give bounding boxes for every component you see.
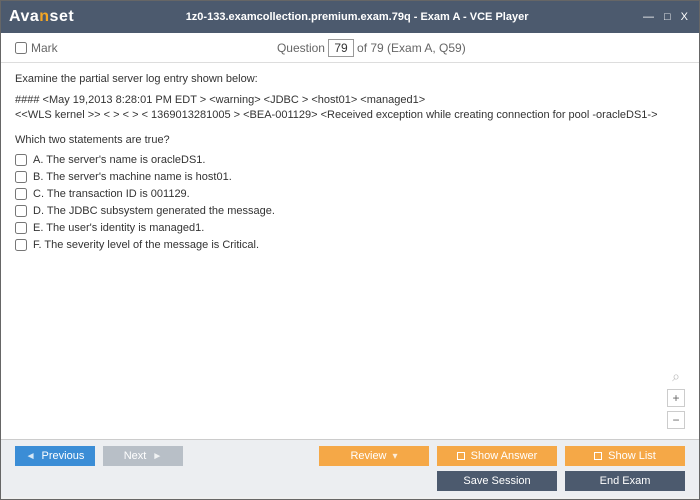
mark-label: Mark bbox=[31, 41, 58, 55]
option-b-checkbox[interactable] bbox=[15, 171, 27, 183]
option-c-label: C. The transaction ID is 001129. bbox=[33, 188, 190, 200]
footer-row-1: ◄ Previous Next ► Review ▾ Show Answer Show… bbox=[15, 446, 685, 466]
zoom-out-button[interactable]: − bbox=[667, 411, 685, 429]
dropdown-icon: ▾ bbox=[393, 451, 398, 462]
show-answer-label: Show Answer bbox=[471, 450, 538, 462]
zoom-in-button[interactable]: + bbox=[667, 389, 685, 407]
magnifier-icon[interactable]: ⌕ bbox=[672, 368, 680, 385]
close-icon[interactable]: X bbox=[678, 11, 691, 23]
option-f-checkbox[interactable] bbox=[15, 239, 27, 251]
review-label: Review bbox=[350, 450, 386, 462]
question-prompt: Which two statements are true? bbox=[15, 134, 685, 146]
question-total: of 79 (Exam A, Q59) bbox=[357, 41, 466, 55]
window-controls: — □ X bbox=[640, 11, 691, 23]
next-button[interactable]: Next ► bbox=[103, 446, 183, 466]
show-answer-button[interactable]: Show Answer bbox=[437, 446, 557, 466]
option-d-label: D. The JDBC subsystem generated the mess… bbox=[33, 205, 275, 217]
option-d-checkbox[interactable] bbox=[15, 205, 27, 217]
save-session-button[interactable]: Save Session bbox=[437, 471, 557, 491]
review-button[interactable]: Review ▾ bbox=[319, 446, 429, 466]
mark-checkbox[interactable] bbox=[15, 42, 27, 54]
option-e-label: E. The user's identity is managed1. bbox=[33, 222, 204, 234]
question-number-box: 79 bbox=[328, 39, 353, 57]
minimize-icon[interactable]: — bbox=[640, 11, 657, 23]
option-c-checkbox[interactable] bbox=[15, 188, 27, 200]
show-list-label: Show List bbox=[608, 450, 656, 462]
question-content: Examine the partial server log entry sho… bbox=[1, 63, 699, 439]
square-icon bbox=[457, 452, 465, 460]
maximize-icon[interactable]: □ bbox=[661, 11, 674, 23]
footer: ◄ Previous Next ► Review ▾ Show Answer Show… bbox=[1, 439, 699, 497]
question-counter: Question 79 of 79 (Exam A, Q59) bbox=[58, 39, 685, 57]
logo-part: Ava bbox=[9, 8, 39, 25]
zoom-controls: ⌕ + − bbox=[667, 368, 685, 429]
logo-part-orange: n bbox=[39, 8, 49, 25]
app-logo: Avanset bbox=[9, 8, 74, 26]
chevron-right-icon: ► bbox=[152, 451, 162, 462]
window-title: 1z0-133.examcollection.premium.exam.79q … bbox=[74, 11, 640, 23]
option-a[interactable]: A. The server's name is oracleDS1. bbox=[15, 154, 685, 166]
option-b[interactable]: B. The server's machine name is host01. bbox=[15, 171, 685, 183]
options-list: A. The server's name is oracleDS1. B. Th… bbox=[15, 154, 685, 251]
log-entry: #### <May 19,2013 8:28:01 PM EDT > <warn… bbox=[15, 93, 685, 124]
logo-part: set bbox=[50, 8, 75, 25]
option-f-label: F. The severity level of the message is … bbox=[33, 239, 259, 251]
option-e-checkbox[interactable] bbox=[15, 222, 27, 234]
question-intro: Examine the partial server log entry sho… bbox=[15, 73, 685, 85]
option-f[interactable]: F. The severity level of the message is … bbox=[15, 239, 685, 251]
footer-row-2: Save Session End Exam bbox=[15, 471, 685, 491]
question-header: Mark Question 79 of 79 (Exam A, Q59) bbox=[1, 33, 699, 63]
previous-label: Previous bbox=[42, 450, 85, 462]
chevron-left-icon: ◄ bbox=[26, 451, 36, 462]
previous-button[interactable]: ◄ Previous bbox=[15, 446, 95, 466]
end-exam-button[interactable]: End Exam bbox=[565, 471, 685, 491]
option-e[interactable]: E. The user's identity is managed1. bbox=[15, 222, 685, 234]
option-a-label: A. The server's name is oracleDS1. bbox=[33, 154, 205, 166]
titlebar: Avanset 1z0-133.examcollection.premium.e… bbox=[1, 1, 699, 33]
show-list-button[interactable]: Show List bbox=[565, 446, 685, 466]
option-d[interactable]: D. The JDBC subsystem generated the mess… bbox=[15, 205, 685, 217]
option-c[interactable]: C. The transaction ID is 001129. bbox=[15, 188, 685, 200]
option-a-checkbox[interactable] bbox=[15, 154, 27, 166]
square-icon bbox=[594, 452, 602, 460]
log-line-1: #### <May 19,2013 8:28:01 PM EDT > <warn… bbox=[15, 93, 685, 108]
next-label: Next bbox=[124, 450, 147, 462]
log-line-2: <<WLS kernel >> < > < > < 1369013281005 … bbox=[15, 108, 685, 123]
option-b-label: B. The server's machine name is host01. bbox=[33, 171, 232, 183]
question-word: Question bbox=[277, 41, 325, 55]
mark-checkbox-wrap[interactable]: Mark bbox=[15, 41, 58, 55]
